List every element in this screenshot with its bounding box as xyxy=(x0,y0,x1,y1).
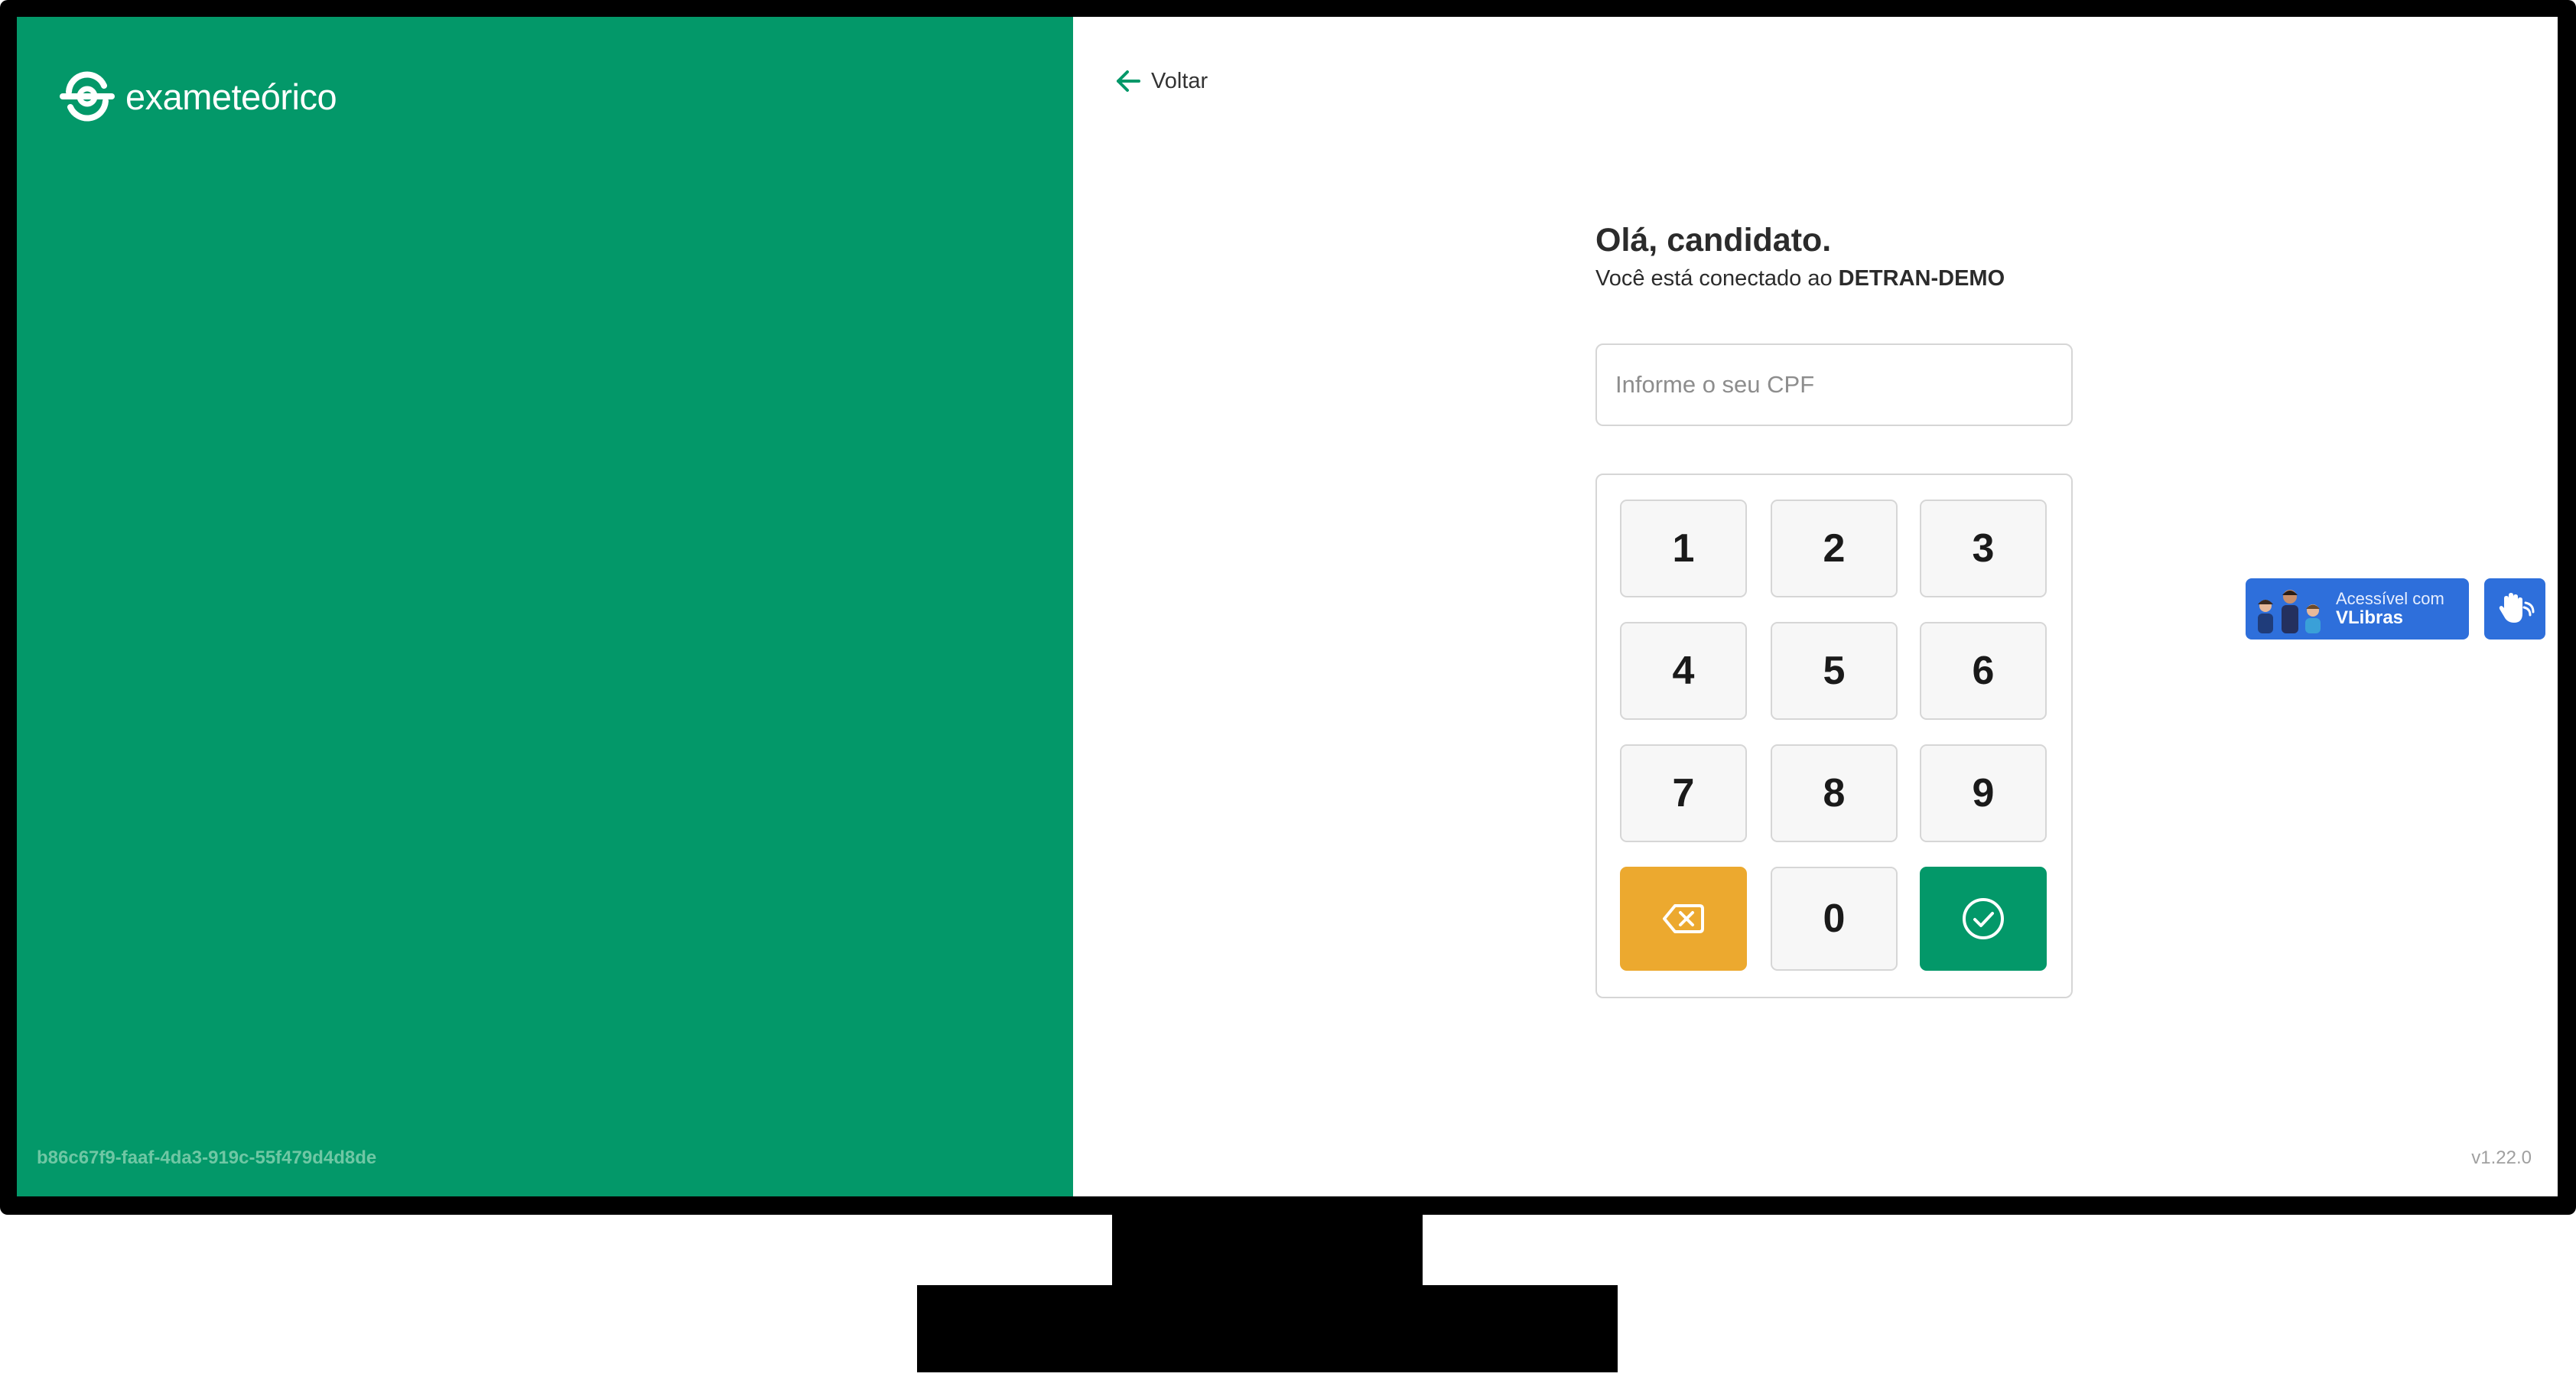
greeting-title: Olá, candidato. xyxy=(1595,222,1832,259)
backspace-button[interactable] xyxy=(1620,867,1747,971)
vlibras-badge[interactable]: Acessível com VLibras xyxy=(2246,578,2469,640)
key-1[interactable]: 1 xyxy=(1620,500,1747,597)
back-link-label: Voltar xyxy=(1151,68,1208,93)
key-2[interactable]: 2 xyxy=(1771,500,1898,597)
vlibras-text: Acessível com VLibras xyxy=(2336,588,2444,629)
session-id: b86c67f9-faaf-4da3-919c-55f479d4d8de xyxy=(37,1147,377,1168)
connection-prefix: Você está conectado ao xyxy=(1595,266,1839,291)
back-link[interactable]: Voltar xyxy=(1113,66,1208,96)
vlibras-avatars-icon xyxy=(2258,590,2321,633)
arrow-left-icon xyxy=(1117,70,1140,92)
key-5[interactable]: 5 xyxy=(1771,622,1898,720)
brand-logo: exameteórico xyxy=(60,69,337,124)
connection-info: Você está conectado ao DETRAN-DEMO xyxy=(1595,266,2005,291)
monitor-stand-base xyxy=(917,1285,1618,1372)
key-7[interactable]: 7 xyxy=(1620,744,1747,842)
key-6[interactable]: 6 xyxy=(1920,622,2047,720)
vlibras-line2: VLibras xyxy=(2336,607,2404,628)
key-9[interactable]: 9 xyxy=(1920,744,2047,842)
connection-org: DETRAN-DEMO xyxy=(1838,266,2005,291)
exameteorico-logo-icon xyxy=(60,71,115,122)
key-3[interactable]: 3 xyxy=(1920,500,2047,597)
confirm-button[interactable] xyxy=(1920,867,2047,971)
monitor-screen: exameteórico b86c67f9-faaf-4da3-919c-55f… xyxy=(17,17,2558,1196)
key-4[interactable]: 4 xyxy=(1620,622,1747,720)
sign-language-hand-icon xyxy=(2499,593,2535,623)
key-8[interactable]: 8 xyxy=(1771,744,1898,842)
cpf-input[interactable] xyxy=(1595,343,2073,426)
vlibras-button[interactable] xyxy=(2484,578,2545,640)
backspace-icon xyxy=(1663,904,1704,933)
brand-logo-text: exameteórico xyxy=(125,76,337,117)
vlibras-line1: Acessível com xyxy=(2336,588,2444,608)
key-0[interactable]: 0 xyxy=(1771,867,1898,971)
numeric-keypad: 1 2 3 4 5 6 7 8 9 0 xyxy=(1595,474,2073,998)
check-circle-icon xyxy=(1963,898,2004,939)
monitor-stand-neck xyxy=(1112,1212,1423,1288)
brand-panel: exameteórico b86c67f9-faaf-4da3-919c-55f… xyxy=(17,17,1073,1196)
app-version: v1.22.0 xyxy=(2471,1147,2532,1168)
